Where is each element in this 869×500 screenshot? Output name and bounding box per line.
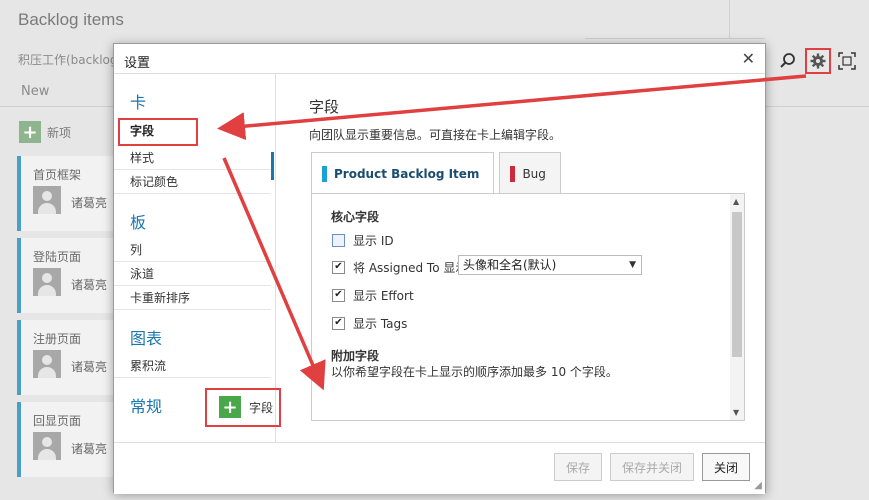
card-title: 首页框架 [33,168,82,182]
dialog-header: 设置 ✕ [114,44,765,74]
gear-icon [810,53,826,69]
page-title: Backlog items [18,10,124,29]
scroll-thumb[interactable] [732,212,742,357]
assigned-to-display-select[interactable]: 头像和全名(默认) ▼ [458,255,642,275]
color-swatch [510,166,516,182]
section-title: 字段 [309,98,340,116]
divider [729,0,730,38]
core-fields-heading: 核心字段 [331,210,380,224]
select-value: 头像和全名(默认) [463,258,557,272]
field-show-tags[interactable]: ✔ 显示 Tags [332,315,407,331]
field-label: 显示 ID [353,233,394,248]
nav-item-swimlanes[interactable]: 泳道 [114,262,271,286]
divider [585,38,765,39]
fields-scrollbar[interactable]: ▲ ▼ [730,194,744,420]
checkbox-unchecked[interactable] [332,233,345,247]
chevron-down-icon: ▼ [629,260,636,270]
nav-item-cumulative-flow[interactable]: 累积流 [114,354,271,378]
close-button[interactable]: 关闭 [702,453,750,481]
settings-nav: 卡 字段 样式 标记颜色 板 列 泳道 卡重新排序 图表 累积流 常规 ▼ [114,74,276,442]
card-title: 注册页面 [33,332,82,346]
resize-grip-icon[interactable]: ◢ [754,480,762,491]
close-icon[interactable]: ✕ [742,49,755,68]
settings-button[interactable] [805,48,831,74]
extra-fields-description: 以你希望字段在卡上显示的顺序添加最多 10 个字段。 [331,365,618,379]
extra-fields-heading: 附加字段 [331,349,380,363]
fields-panel: 核心字段 显示 ID ✔ 将 Assigned To 显示为: 头像和全名(默认… [311,193,745,421]
avatar [33,268,61,296]
tab-label: Product Backlog Item [334,167,480,181]
save-button[interactable]: 保存 [554,453,602,481]
card-owner: 诸葛亮 [71,442,108,456]
backlog-card[interactable]: 首页框架 诸葛亮 [17,156,117,231]
card-title: 登陆页面 [33,250,82,264]
tab-label: Bug [522,167,546,181]
backlog-card[interactable]: 注册页面 诸葛亮 [17,320,117,395]
checkbox-checked[interactable]: ✔ [332,316,345,330]
nav-section-board: 板 [130,213,147,232]
color-swatch [322,166,327,182]
card-owner: 诸葛亮 [71,360,108,374]
field-show-effort[interactable]: ✔ 显示 Effort [332,287,414,303]
add-field-label: 字段 [249,400,274,415]
backlog-card[interactable]: 登陆页面 诸葛亮 [17,238,117,313]
breadcrumb: 积压工作(backlog [18,53,118,67]
fullscreen-icon[interactable] [838,52,856,70]
checkbox-checked[interactable]: ✔ [332,288,345,302]
card-owner: 诸葛亮 [71,278,108,292]
field-show-id[interactable]: 显示 ID [332,232,394,248]
new-item-label: 新项 [47,125,72,140]
tab-new[interactable]: New [21,84,49,99]
nav-section-charts: 图表 [130,329,163,348]
active-indicator [271,152,274,180]
caret-down-icon: ▼ [733,408,740,417]
avatar [33,350,61,378]
nav-section-card: 卡 [130,93,147,112]
save-and-close-button[interactable]: 保存并关闭 [610,453,694,481]
nav-item-fields[interactable]: 字段 [118,118,198,146]
caret-up-icon: ▲ [733,197,740,206]
nav-item-columns[interactable]: 列 [114,238,271,262]
field-label: 显示 Tags [353,316,408,331]
plus-icon: + [219,396,241,418]
avatar [33,186,61,214]
nav-item-tag-colors[interactable]: 标记颜色 [114,170,271,194]
field-label: 显示 Effort [353,288,414,303]
card-owner: 诸葛亮 [71,196,108,210]
settings-content: 字段 向团队显示重要信息。可直接在卡上编辑字段。 Product Backlog… [276,74,767,442]
checkbox-checked[interactable]: ✔ [332,260,345,274]
section-description: 向团队显示重要信息。可直接在卡上编辑字段。 [309,128,562,142]
annotation-highlight: + 字段 [205,388,281,427]
card-title: 回显页面 [33,414,82,428]
nav-item-card-reordering[interactable]: 卡重新排序 [114,286,271,310]
dialog-title: 设置 [124,56,151,71]
search-icon[interactable] [779,52,797,70]
dialog-footer: 保存 保存并关闭 关闭 ◢ [114,442,765,494]
plus-icon: + [19,121,41,143]
tab-product-backlog-item[interactable]: Product Backlog Item [311,152,495,194]
tab-bug[interactable]: Bug [499,152,561,194]
nav-item-styles[interactable]: 样式 [114,146,271,170]
new-item-button[interactable]: + 新项 [19,121,71,143]
backlog-card[interactable]: 回显页面 诸葛亮 [17,402,117,477]
avatar [33,432,61,460]
add-field-button[interactable]: + 字段 [219,396,273,418]
work-item-tabs: Product Backlog Item Bug [311,152,566,194]
